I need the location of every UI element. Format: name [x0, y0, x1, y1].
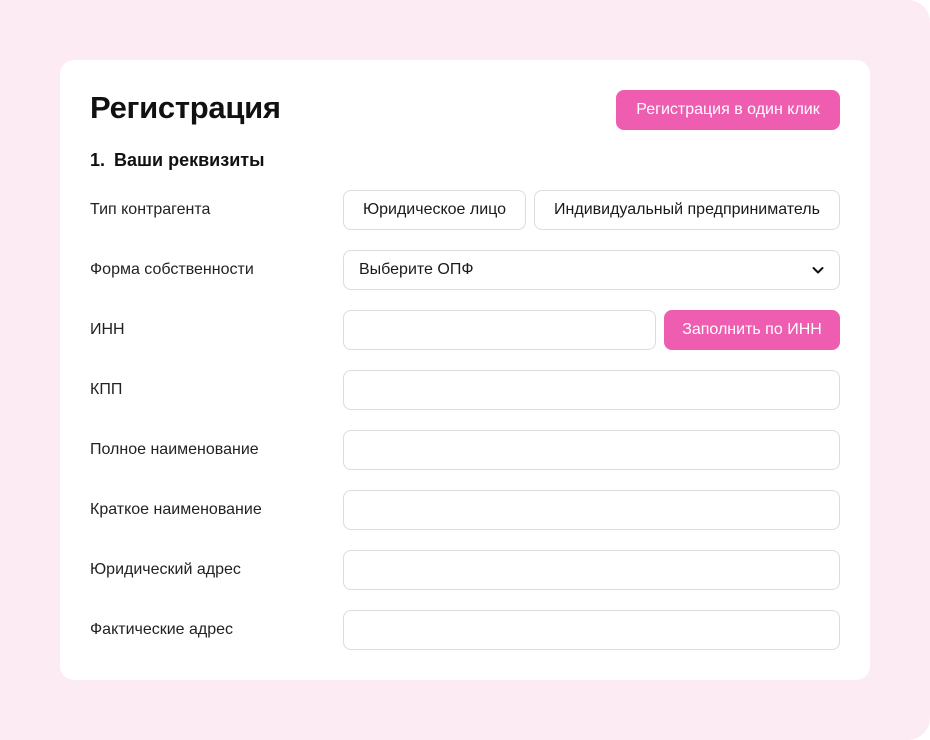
actual-address-label: Фактические адрес [90, 621, 234, 638]
short-name-input[interactable] [343, 490, 840, 530]
counterparty-type-row: Тип контрагента Юридическое лицо Индивид… [90, 190, 840, 230]
page-title: Регистрация [90, 90, 281, 125]
inn-row: ИНН Заполнить по ИНН [90, 310, 840, 350]
inn-label: ИНН [90, 321, 125, 338]
chevron-down-icon [812, 267, 824, 274]
kpp-row: КПП [90, 370, 840, 410]
ownership-form-row: Форма собственности Выберите ОПФ [90, 250, 840, 290]
ownership-form-label: Форма собственности [90, 261, 254, 278]
section-number: 1. [90, 150, 106, 170]
inn-input[interactable] [343, 310, 656, 350]
counterparty-type-label: Тип контрагента [90, 201, 211, 218]
fill-by-inn-button[interactable]: Заполнить по ИНН [664, 310, 840, 350]
individual-entrepreneur-option[interactable]: Индивидуальный предприниматель [534, 190, 840, 230]
registration-card: Регистрация Регистрация в один клик 1. Ва… [60, 60, 870, 680]
actual-address-input[interactable] [343, 610, 840, 650]
full-name-label: Полное наименование [90, 441, 259, 458]
ownership-form-select[interactable]: Выберите ОПФ [343, 250, 840, 290]
short-name-label: Краткое наименование [90, 501, 262, 518]
full-name-input[interactable] [343, 430, 840, 470]
actual-address-row: Фактические адрес [90, 610, 840, 650]
kpp-input[interactable] [343, 370, 840, 410]
legal-address-label: Юридический адрес [90, 561, 241, 578]
legal-entity-option[interactable]: Юридическое лицо [343, 190, 526, 230]
ownership-form-selected-value: Выберите ОПФ [359, 261, 474, 278]
section-heading: 1. Ваши реквизиты [90, 148, 264, 172]
short-name-row: Краткое наименование [90, 490, 840, 530]
one-click-registration-button[interactable]: Регистрация в один клик [616, 90, 840, 130]
section-title: Ваши реквизиты [114, 150, 265, 170]
kpp-label: КПП [90, 381, 123, 398]
legal-address-row: Юридический адрес [90, 550, 840, 590]
legal-address-input[interactable] [343, 550, 840, 590]
full-name-row: Полное наименование [90, 430, 840, 470]
